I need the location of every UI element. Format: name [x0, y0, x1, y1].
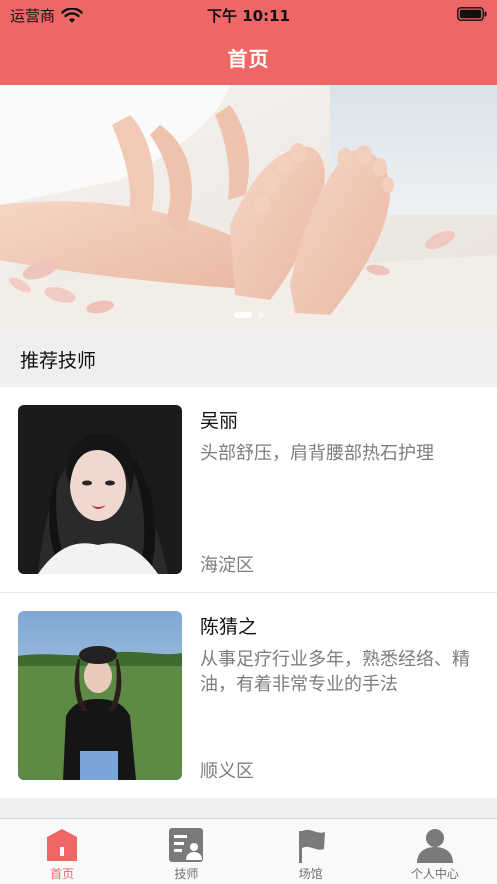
status-time: 下午 10:11 — [207, 7, 290, 25]
technician-description: 从事足疗行业多年，熟悉经络、精油，有着非常专业的手法 — [200, 649, 470, 695]
tab-technicians[interactable]: 技师 — [124, 819, 248, 884]
list-footer-gap — [0, 798, 497, 818]
banner-carousel[interactable] — [0, 85, 497, 328]
tab-label: 首页 — [50, 867, 75, 881]
technician-photo — [18, 611, 182, 780]
portrait-image — [18, 405, 182, 574]
technician-card[interactable]: 陈猜之 从事足疗行业多年，熟悉经络、精油，有着非常专业的手法 顺义区 — [0, 593, 497, 798]
battery-icon — [457, 7, 487, 21]
technician-name: 吴丽 — [200, 410, 239, 432]
app-header: 运营商 下午 10:11 首页 — [0, 0, 497, 85]
section-title: 推荐技师 — [20, 350, 97, 372]
technician-card[interactable]: 吴丽 头部舒压，肩背腰部热石护理 海淀区 — [0, 387, 497, 593]
technician-area: 海淀区 — [200, 555, 254, 576]
technician-photo — [18, 405, 182, 574]
tab-label: 技师 — [174, 867, 199, 881]
home-icon — [47, 829, 78, 861]
carousel-dot-2[interactable] — [257, 312, 264, 318]
tab-profile[interactable]: 个人中心 — [373, 819, 497, 884]
technician-icon — [169, 828, 204, 862]
tab-home[interactable]: 首页 — [0, 819, 124, 884]
tab-bar: 首页 技师 场馆 个人中心 — [0, 818, 497, 884]
technician-area: 顺义区 — [200, 761, 254, 782]
status-bar: 运营商 下午 10:11 — [0, 0, 497, 28]
person-icon — [416, 829, 453, 863]
portrait-image — [18, 611, 182, 780]
technician-name: 陈猜之 — [200, 616, 258, 638]
technician-description: 头部舒压，肩背腰部热石护理 — [200, 443, 434, 464]
recommended-section-header: 推荐技师 — [0, 328, 497, 387]
carousel-dot-1[interactable] — [233, 312, 252, 318]
tab-label: 个人中心 — [410, 867, 459, 881]
tab-venues[interactable]: 场馆 — [249, 819, 373, 884]
carousel-indicator[interactable] — [0, 312, 497, 318]
page-title: 首页 — [227, 47, 270, 71]
banner-image — [0, 85, 497, 328]
flag-icon — [298, 829, 325, 863]
tab-label: 场馆 — [298, 867, 323, 881]
